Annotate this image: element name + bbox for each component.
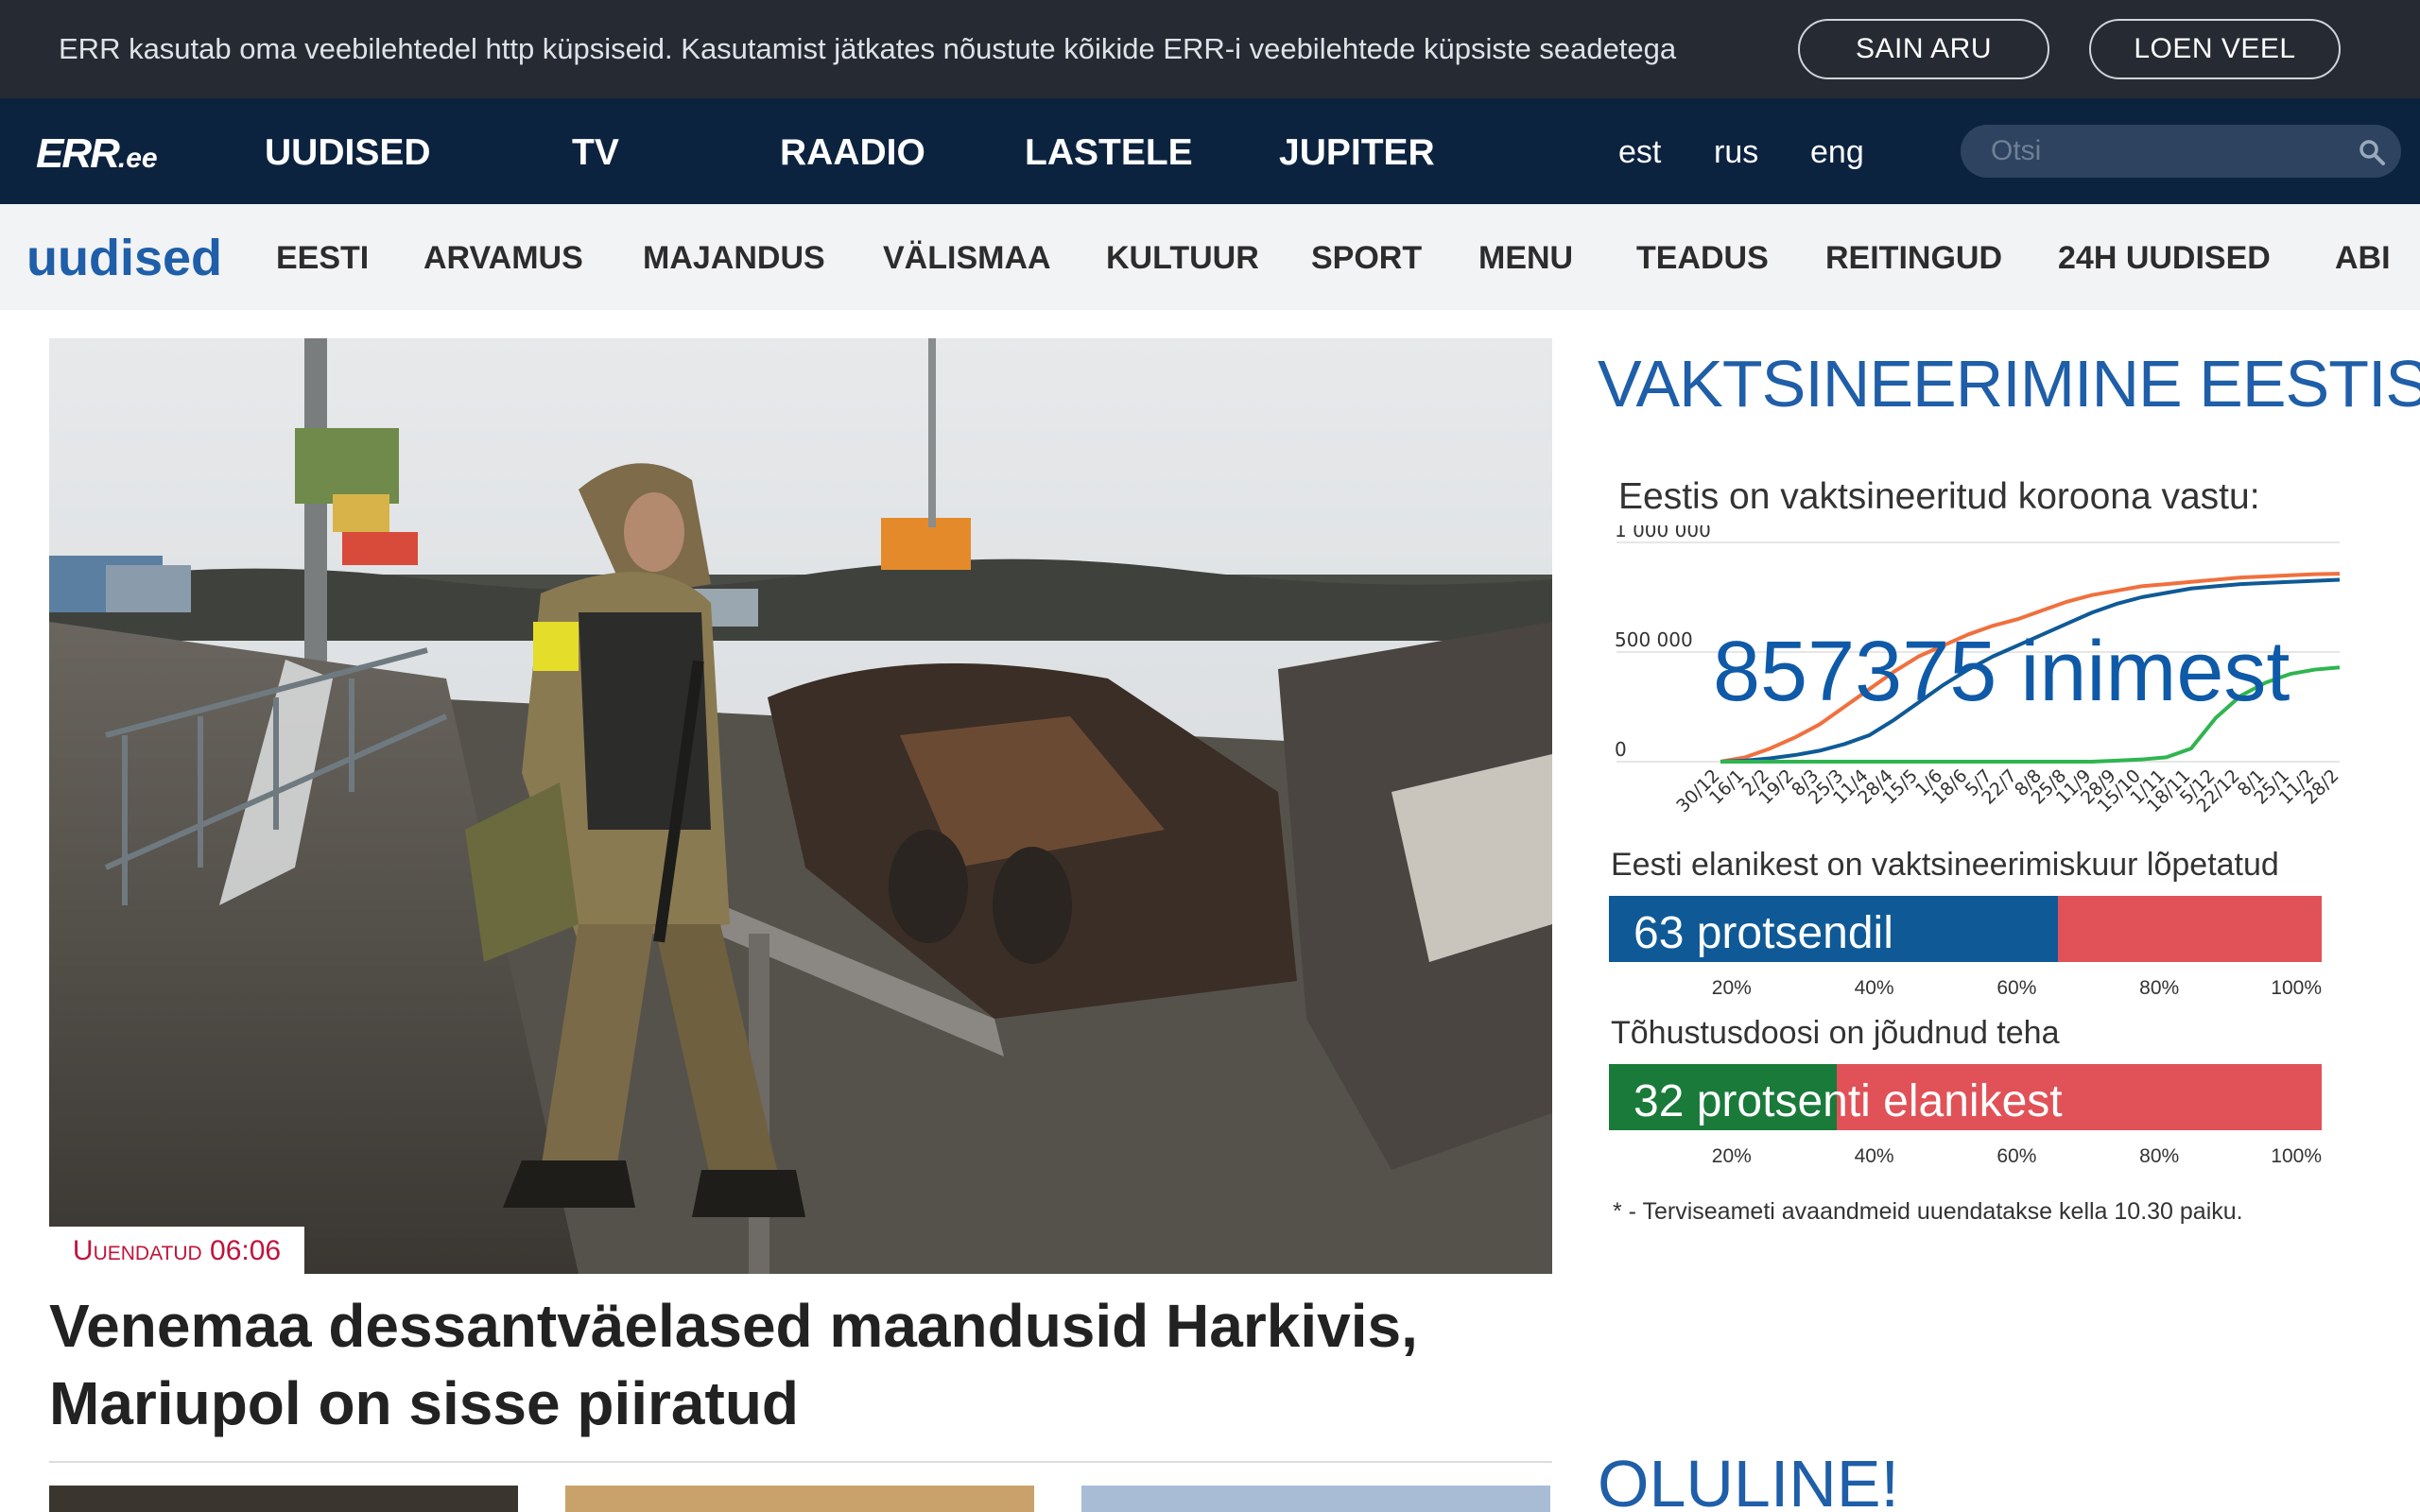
vaccination-title: VAKTSINEERIMINE EESTIS bbox=[1598, 347, 2420, 421]
completed-axis: 20% 40% 60% 80% 100% bbox=[1609, 973, 2322, 999]
article-headline[interactable]: Venemaa dessantväelased maandusid Harkiv… bbox=[49, 1287, 1552, 1442]
cookie-text: ERR kasutab oma veebilehtedel http küpsi… bbox=[59, 32, 1677, 65]
nav-item-tv[interactable]: TV bbox=[572, 132, 619, 174]
tick-label: 80% bbox=[2139, 977, 2180, 999]
completed-label: Eesti elanikest on vaktsineerimiskuur lõ… bbox=[1611, 847, 2279, 883]
subnav-item-arvamus[interactable]: ARVAMUS bbox=[424, 240, 583, 277]
tick-label: 40% bbox=[1854, 1145, 1894, 1167]
search-input[interactable] bbox=[1991, 132, 2331, 170]
nav-item-lastele[interactable]: LASTELE bbox=[1025, 132, 1193, 174]
tick-label: 80% bbox=[2139, 1145, 2180, 1167]
booster-axis: 20% 40% 60% 80% 100% bbox=[1609, 1142, 2322, 1167]
lang-eng[interactable]: eng bbox=[1810, 134, 1864, 171]
tick-label: 100% bbox=[2271, 1145, 2322, 1167]
y-tick-label: 500 000 bbox=[1615, 628, 1693, 651]
lang-rus[interactable]: rus bbox=[1714, 134, 1758, 171]
booster-bar: 32 protsenti elanikest bbox=[1609, 1064, 2322, 1130]
subnav-item-reitingud[interactable]: REITINGUD bbox=[1825, 240, 2002, 277]
booster-text: 32 protsenti elanikest bbox=[1634, 1076, 2063, 1126]
section-title-oluline: OLULINE! bbox=[1598, 1447, 1899, 1512]
subnav-item-eesti[interactable]: EESTI bbox=[276, 240, 369, 277]
vaccinated-count: 857375 inimest bbox=[1713, 625, 2290, 719]
divider bbox=[49, 1461, 1552, 1463]
subnav-item-menu[interactable]: MENU bbox=[1478, 240, 1573, 277]
booster-label: Tõhustusdoosi on jõudnud teha bbox=[1611, 1015, 2060, 1051]
lang-est[interactable]: est bbox=[1618, 134, 1661, 171]
tick-label: 60% bbox=[1996, 1145, 2037, 1167]
logo-suffix: .ee bbox=[117, 143, 158, 174]
hero-image[interactable] bbox=[49, 338, 1552, 1274]
nav-item-raadio[interactable]: RAADIO bbox=[780, 132, 925, 174]
updated-badge: Uuendatud 06:06 bbox=[49, 1227, 304, 1276]
subnav-item-sport[interactable]: SPORT bbox=[1311, 240, 1422, 277]
logo-text: ERR bbox=[36, 130, 120, 177]
completed-text: 63 protsendil bbox=[1634, 908, 1893, 958]
tick-label: 40% bbox=[1854, 977, 1894, 999]
search-box bbox=[1961, 125, 2401, 178]
tick-label: 20% bbox=[1711, 1145, 1752, 1167]
subnav-item-24h-uudised[interactable]: 24H UUDISED bbox=[2058, 240, 2271, 277]
article-thumbnail[interactable] bbox=[565, 1486, 1034, 1512]
article-thumbnail[interactable] bbox=[49, 1486, 518, 1512]
cookie-agree-button[interactable]: SAIN ARU bbox=[1798, 19, 2049, 79]
y-tick-label: 0 bbox=[1615, 738, 1627, 761]
cookie-read-more-button[interactable]: LOEN VEEL bbox=[2089, 19, 2341, 79]
tick-label: 20% bbox=[1711, 977, 1752, 999]
subnav-item-teadus[interactable]: TEADUS bbox=[1636, 240, 1769, 277]
section-nav: uudised EESTI ARVAMUS MAJANDUS VÄLISMAA … bbox=[0, 204, 2420, 310]
subnav-item-kultuur[interactable]: KULTUUR bbox=[1106, 240, 1259, 277]
article-thumbnail[interactable] bbox=[1081, 1486, 1550, 1512]
subnav-item-valismaa[interactable]: VÄLISMAA bbox=[883, 240, 1051, 277]
tick-label: 100% bbox=[2271, 977, 2322, 999]
err-logo[interactable]: ERR.ee bbox=[36, 130, 158, 178]
cookie-banner: ERR kasutab oma veebilehtedel http küpsi… bbox=[0, 0, 2420, 98]
nav-item-jupiter[interactable]: JUPITER bbox=[1279, 132, 1435, 174]
search-icon[interactable] bbox=[2358, 138, 2386, 166]
vaccination-subtitle: Eestis on vaktsineeritud koroona vastu: bbox=[1618, 476, 2260, 517]
subnav-item-majandus[interactable]: MAJANDUS bbox=[643, 240, 825, 277]
footnote: * - Terviseameti avaandmeid uuendatakse … bbox=[1613, 1198, 2243, 1225]
tick-label: 60% bbox=[1996, 977, 2037, 999]
y-tick-label: 1 000 000 bbox=[1615, 525, 1711, 541]
subnav-item-abi[interactable]: ABI bbox=[2335, 240, 2391, 277]
completed-bar: 63 protsendil bbox=[1609, 896, 2322, 962]
nav-item-uudised[interactable]: UUDISED bbox=[265, 132, 431, 174]
main-nav: ERR.ee UUDISED TV RAADIO LASTELE JUPITER… bbox=[0, 98, 2420, 204]
section-title[interactable]: uudised bbox=[26, 229, 222, 287]
